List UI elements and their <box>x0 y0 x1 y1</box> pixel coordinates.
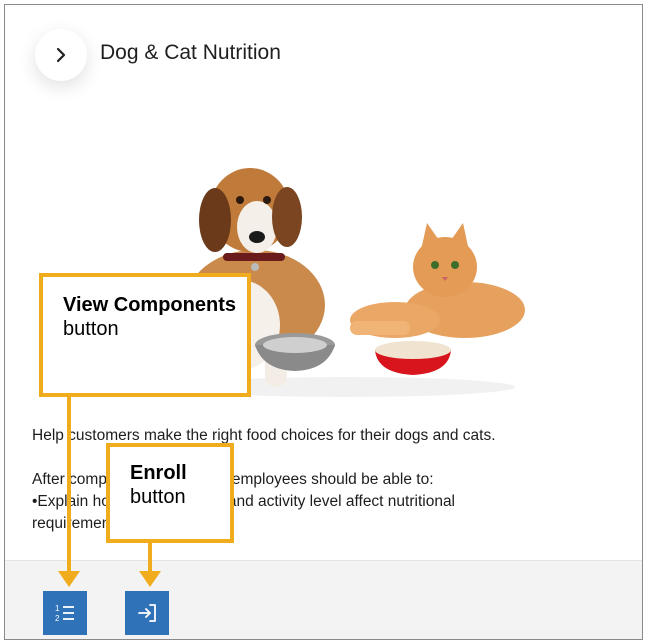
view-components-callout: View Components button <box>39 273 251 397</box>
sign-in-arrow-icon <box>138 604 156 622</box>
enroll-callout-arrowhead <box>139 571 161 587</box>
view-components-callout-arrow <box>67 397 71 573</box>
course-card: Dog & Cat Nutrition Help customers make … <box>4 4 643 640</box>
view-components-callout-label: button <box>63 318 119 340</box>
enroll-callout-label: button <box>130 486 186 508</box>
expand-button[interactable] <box>35 29 87 81</box>
enroll-callout-title: Enroll <box>130 462 187 484</box>
numbered-list-icon: 1 2 <box>55 604 74 623</box>
svg-text:1: 1 <box>55 604 60 613</box>
view-components-callout-arrowhead <box>58 571 80 587</box>
svg-text:2: 2 <box>55 614 60 623</box>
enroll-callout-arrow <box>148 543 152 573</box>
view-components-callout-title: View Components <box>63 294 236 316</box>
enroll-button[interactable] <box>125 591 169 635</box>
enroll-callout: Enroll button <box>106 443 234 543</box>
view-components-button[interactable]: 1 2 <box>43 591 87 635</box>
action-bar <box>5 560 642 639</box>
chevron-right-icon <box>56 47 66 63</box>
course-title: Dog & Cat Nutrition <box>100 41 281 64</box>
